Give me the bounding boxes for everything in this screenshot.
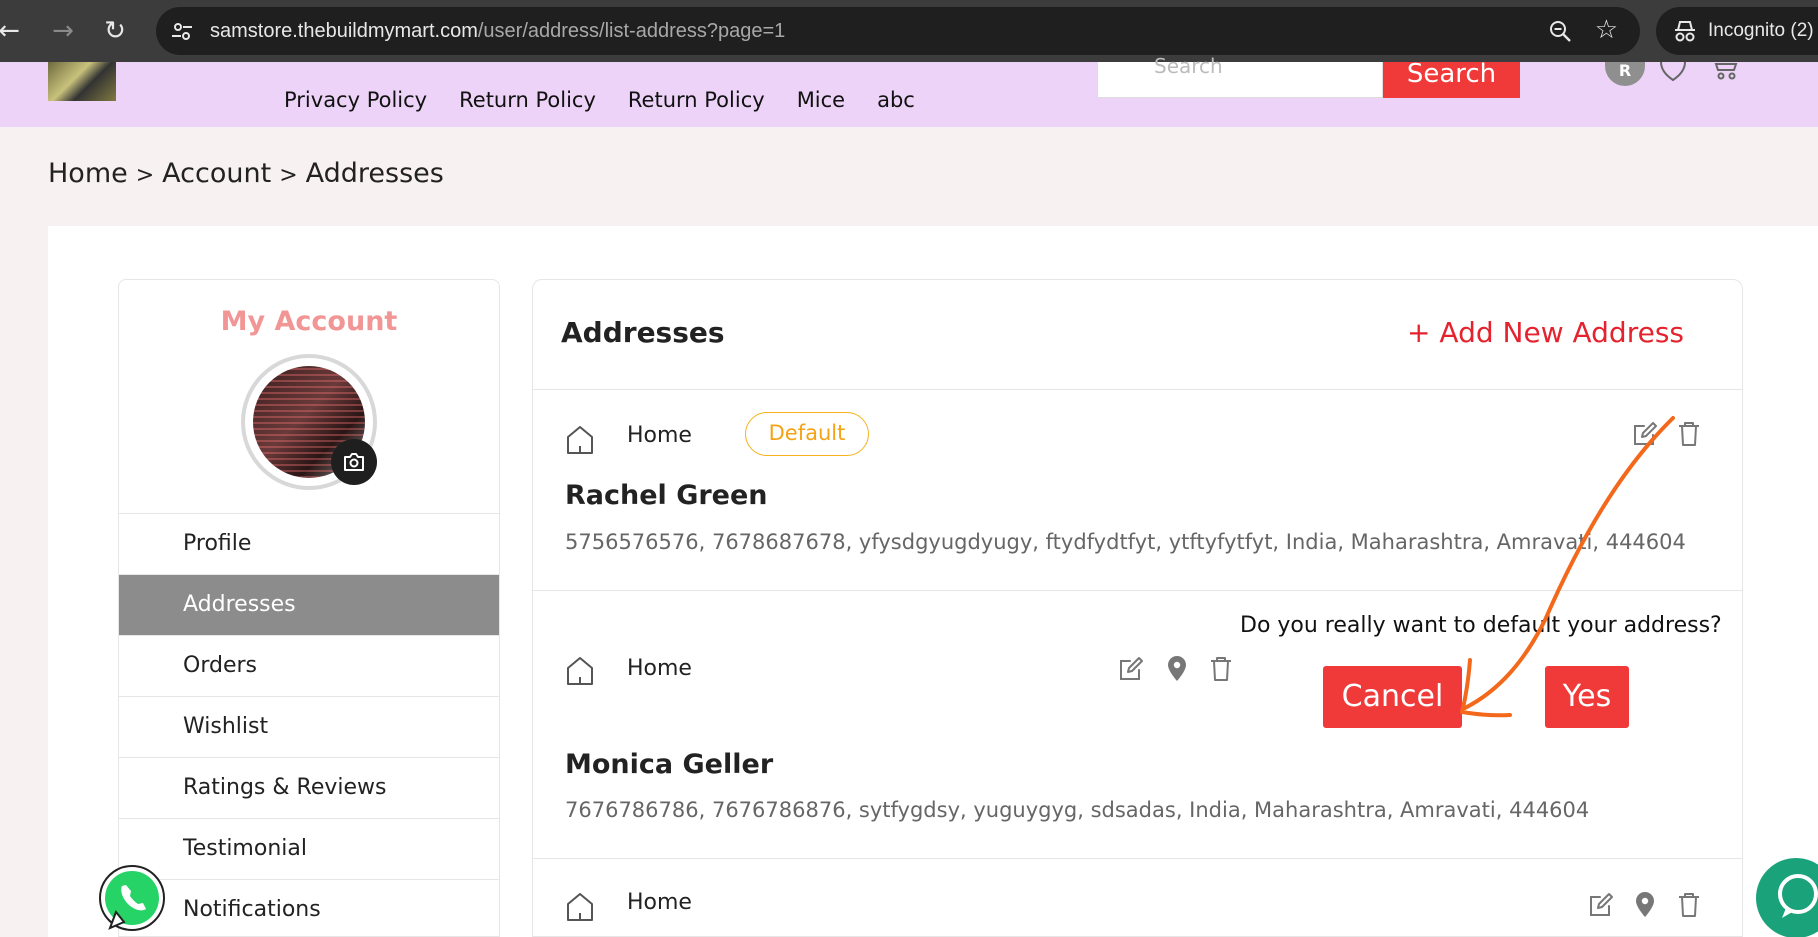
breadcrumb-addresses: Addresses	[305, 158, 444, 189]
address-line: 7676786786, 7676786876, sytfygdsy, yuguy…	[565, 798, 1590, 822]
browser-toolbar: ← → ↻ samstore.thebuildmymart.com/user/a…	[0, 0, 1818, 62]
main-menu: Privacy Policy Return Policy Return Poli…	[284, 62, 915, 127]
account-sidebar: My Account Profile Addresses Orders Wish…	[118, 279, 500, 937]
whatsapp-icon[interactable]	[92, 862, 172, 937]
sidebar-item-profile[interactable]: Profile	[119, 513, 499, 574]
user-avatar[interactable]: R	[1605, 62, 1645, 86]
breadcrumb-home[interactable]: Home	[48, 158, 128, 189]
breadcrumb-separator: >	[279, 163, 298, 188]
forward-icon[interactable]: →	[48, 16, 78, 46]
incognito-indicator[interactable]: Incognito (2)	[1656, 7, 1818, 55]
search-placeholder: Search	[1154, 54, 1223, 78]
url-path: /user/address/list-address?page=1	[477, 20, 786, 42]
add-new-address-button[interactable]: + Add New Address	[1407, 316, 1684, 349]
address-type: Home	[627, 656, 692, 681]
address-name: Rachel Green	[565, 480, 768, 511]
search-input[interactable]: Search	[1097, 54, 1383, 98]
home-icon	[567, 426, 593, 454]
change-photo-button[interactable]	[331, 439, 377, 485]
home-icon	[567, 657, 593, 685]
menu-mice[interactable]: Mice	[797, 88, 845, 112]
menu-privacy-policy[interactable]: Privacy Policy	[284, 88, 427, 112]
address-line: 5756576576, 7678687678, yfysdgyugdyugy, …	[565, 530, 1686, 554]
incognito-label: Incognito (2)	[1708, 20, 1814, 41]
address-type: Home	[627, 890, 692, 915]
sidebar-item-ratings-reviews[interactable]: Ratings & Reviews	[119, 757, 499, 818]
cancel-button[interactable]: Cancel	[1323, 666, 1462, 728]
set-default-location-icon[interactable]	[1163, 655, 1191, 683]
incognito-icon	[1675, 21, 1695, 42]
address-bar[interactable]: samstore.thebuildmymart.com/user/address…	[156, 7, 1640, 55]
addresses-card: Addresses + Add New Address Home Default…	[532, 279, 1743, 937]
edit-icon[interactable]	[1631, 420, 1659, 448]
site-header: Privacy Policy Return Policy Return Poli…	[0, 54, 1818, 127]
sidebar-menu: Profile Addresses Orders Wishlist Rating…	[119, 513, 499, 936]
sidebar-item-wishlist[interactable]: Wishlist	[119, 696, 499, 757]
yes-button[interactable]: Yes	[1545, 666, 1629, 728]
menu-abc[interactable]: abc	[877, 88, 915, 112]
addresses-header: Addresses + Add New Address	[533, 280, 1742, 390]
cart-icon[interactable]	[1712, 62, 1740, 82]
chat-bubble-icon	[1778, 874, 1818, 918]
address-item: Home Default Rachel Green 5756576576, 76…	[533, 390, 1742, 591]
confirm-default-question: Do you really want to default your addre…	[1240, 613, 1722, 638]
chat-widget-button[interactable]	[1756, 858, 1818, 937]
sidebar-item-testimonial[interactable]: Testimonial	[119, 818, 499, 879]
delete-icon[interactable]	[1675, 420, 1703, 448]
store-logo[interactable]	[48, 62, 116, 101]
address-type: Home	[627, 423, 692, 448]
set-default-location-icon[interactable]	[1631, 891, 1659, 919]
sidebar-item-notifications[interactable]: Notifications	[119, 879, 499, 936]
url-host: samstore.thebuildmymart.com	[210, 20, 478, 42]
bookmark-star-icon[interactable]: ☆	[1595, 15, 1618, 45]
breadcrumb-account[interactable]: Account	[162, 158, 271, 189]
sidebar-item-orders[interactable]: Orders	[119, 635, 499, 696]
delete-icon[interactable]	[1207, 655, 1235, 683]
zoom-icon[interactable]	[1548, 19, 1572, 43]
address-item: Home	[533, 859, 1742, 936]
edit-icon[interactable]	[1587, 891, 1615, 919]
edit-icon[interactable]	[1117, 655, 1145, 683]
search-button[interactable]: Search	[1383, 62, 1520, 98]
url-text[interactable]: samstore.thebuildmymart.com/user/address…	[210, 7, 785, 55]
wishlist-heart-icon[interactable]	[1657, 62, 1689, 82]
delete-icon[interactable]	[1675, 891, 1703, 919]
menu-return-policy[interactable]: Return Policy	[459, 88, 596, 112]
addresses-title: Addresses	[561, 316, 725, 349]
reload-icon[interactable]: ↻	[100, 16, 130, 46]
sidebar-item-addresses[interactable]: Addresses	[119, 574, 499, 635]
menu-return-policy-2[interactable]: Return Policy	[628, 88, 765, 112]
address-name: Monica Geller	[565, 749, 774, 780]
camera-icon	[344, 453, 364, 471]
breadcrumb: Home > Account > Addresses	[48, 158, 444, 189]
home-icon	[567, 893, 593, 921]
site-settings-icon[interactable]	[170, 19, 194, 43]
back-icon[interactable]: ←	[0, 16, 24, 46]
sidebar-title: My Account	[220, 306, 398, 337]
default-badge: Default	[745, 412, 869, 456]
breadcrumb-separator: >	[135, 163, 155, 188]
